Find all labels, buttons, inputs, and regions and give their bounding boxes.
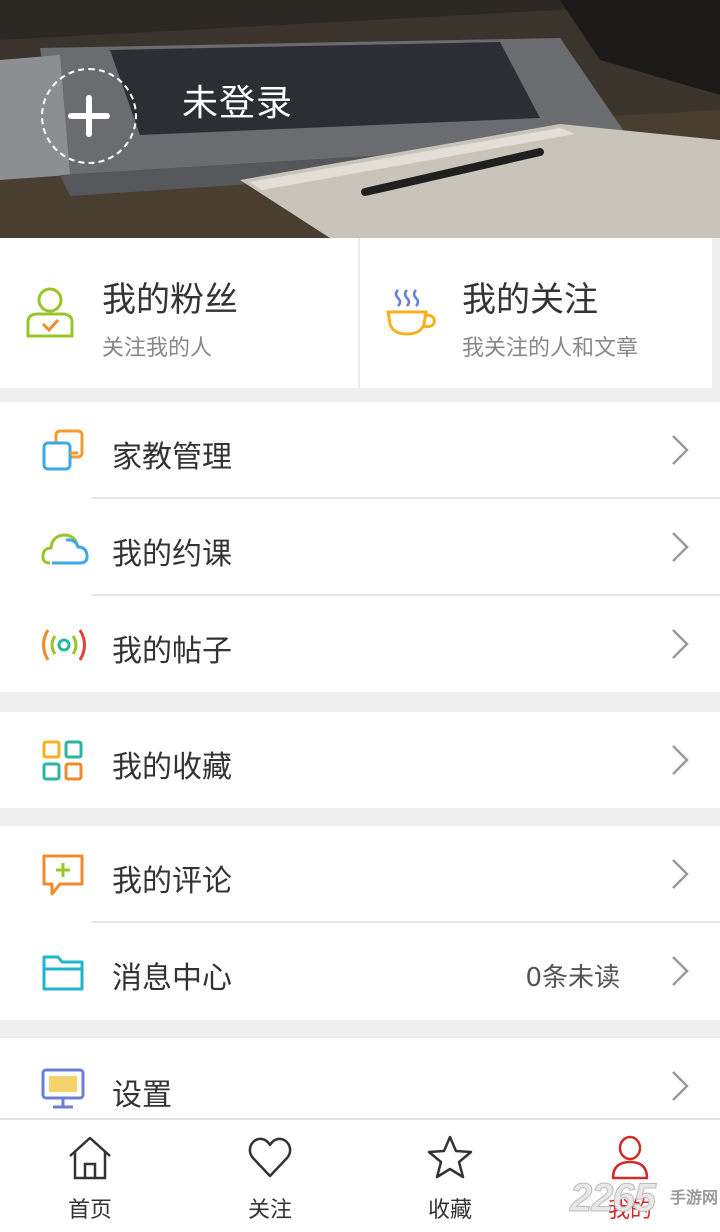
heart-icon: [248, 1137, 292, 1178]
user-icon: [611, 1135, 649, 1180]
menu-item-my-favorites[interactable]: 我的收藏: [0, 712, 720, 808]
my-following-subtitle: 我关注的人和文章: [462, 336, 639, 361]
coffee-cup-icon: [386, 289, 436, 336]
menu-item-label: 我的评论: [112, 864, 232, 899]
menu-item-label: 我的帖子: [112, 634, 232, 669]
my-following-card[interactable]: 我的关注 我关注的人和文章: [360, 238, 712, 388]
chevron-right-icon: [672, 956, 689, 986]
tab-collect[interactable]: 收藏: [360, 1120, 540, 1232]
login-avatar-button[interactable]: [41, 68, 137, 164]
menu-section-4: 设置: [0, 1038, 720, 1118]
site-watermark: 2265 手游网: [570, 1176, 720, 1226]
unread-count: 0条未读: [525, 963, 620, 993]
grid-icon: [42, 740, 83, 781]
menu-item-tutor-management[interactable]: 家教管理: [0, 402, 720, 498]
home-icon: [69, 1136, 111, 1180]
menu-item-my-courses[interactable]: 我的约课: [0, 499, 720, 595]
my-following-title: 我的关注: [462, 280, 598, 320]
profile-header: 未登录: [0, 0, 720, 238]
broadcast-icon: [42, 629, 86, 661]
login-status-text[interactable]: 未登录: [182, 74, 293, 126]
menu-section-2: 我的收藏: [0, 712, 720, 808]
chevron-right-icon: [672, 859, 689, 889]
menu-item-label: 我的收藏: [112, 750, 232, 785]
my-fans-card[interactable]: 我的粉丝 关注我的人: [0, 238, 358, 388]
menu-item-label: 我的约课: [112, 537, 232, 572]
tab-label: 收藏: [427, 1198, 472, 1223]
menu-item-my-posts[interactable]: 我的帖子: [0, 596, 720, 692]
my-fans-subtitle: 关注我的人: [102, 336, 213, 361]
plus-icon: [68, 95, 110, 137]
menu-section-3: 我的评论 消息中心 0条未读: [0, 826, 720, 1020]
menu-item-label: 消息中心: [112, 961, 232, 996]
stats-cards: 我的粉丝 关注我的人 我的关注 我关注的人和文章: [0, 238, 712, 388]
menu-item-message-center[interactable]: 消息中心 0条未读: [0, 923, 720, 1019]
person-icon: [26, 287, 74, 338]
monitor-icon: [41, 1068, 85, 1109]
chevron-right-icon: [672, 435, 689, 465]
cloud-icon: [41, 533, 89, 565]
copy-squares-icon: [42, 429, 84, 471]
menu-item-my-comments[interactable]: 我的评论: [0, 826, 720, 922]
tab-label: 首页: [67, 1198, 112, 1223]
menu-item-label: 家教管理: [112, 440, 232, 475]
tab-home[interactable]: 首页: [0, 1120, 180, 1232]
watermark-number: 2265: [570, 1176, 657, 1221]
menu-item-label: 设置: [112, 1078, 172, 1113]
tab-label: 关注: [247, 1198, 292, 1223]
watermark-text: 手游网: [670, 1188, 719, 1207]
star-icon: [427, 1135, 473, 1179]
menu-section-1: 家教管理 我的约课 我的帖子: [0, 402, 720, 692]
chevron-right-icon: [672, 629, 689, 659]
folder-icon: [42, 955, 84, 991]
menu-item-settings[interactable]: 设置: [0, 1038, 720, 1118]
comment-plus-icon: [42, 854, 84, 896]
chevron-right-icon: [672, 1071, 689, 1101]
chevron-right-icon: [672, 532, 689, 562]
tab-follow[interactable]: 关注: [180, 1120, 360, 1232]
my-fans-title: 我的粉丝: [102, 280, 238, 320]
chevron-right-icon: [672, 745, 689, 775]
